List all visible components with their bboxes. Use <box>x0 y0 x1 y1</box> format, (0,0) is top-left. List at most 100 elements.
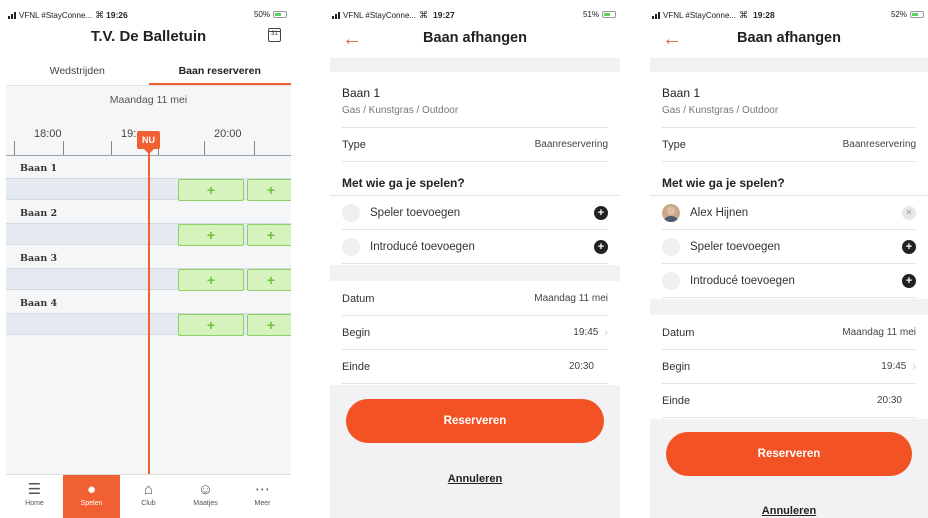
placeholder-avatar <box>662 237 680 256</box>
tennis-ball-icon: ● <box>86 481 97 498</box>
signal-icon <box>8 12 16 19</box>
calendar-icon[interactable]: 31 <box>268 28 281 42</box>
player-name: Alex Hijnen <box>690 206 749 219</box>
begin-row[interactable]: Begin 19:45 › <box>662 350 916 384</box>
carrier-name: VFNL #StayConne... <box>19 11 93 20</box>
placeholder-avatar <box>342 237 360 256</box>
date-row[interactable]: Datum Maandag 11 mei <box>662 316 916 350</box>
reserve-button[interactable]: Reserveren <box>346 399 604 443</box>
nav-play[interactable]: ● Spelen <box>63 475 120 518</box>
begin-value: 19:45 <box>573 327 599 338</box>
tab-book-court[interactable]: Baan reserveren <box>148 60 291 85</box>
battery-percent: 51% <box>582 10 599 19</box>
free-slot-button[interactable]: + <box>178 269 244 291</box>
carrier-name: VFNL #StayConne... <box>343 11 417 20</box>
status-bar: VFNL #StayConne... ⌘ 19:28 52% <box>650 0 928 22</box>
current-time-line <box>148 133 150 475</box>
time-label: 18:00 <box>34 128 62 140</box>
add-guest-label: Introducé toevoegen <box>690 274 795 287</box>
time-tick <box>14 141 15 155</box>
now-badge: NU <box>137 131 160 154</box>
nav-friends[interactable]: ☺ Maatjes <box>177 475 234 518</box>
nav-home[interactable]: ☰ Home <box>6 475 63 518</box>
cancel-link[interactable]: Annuleren <box>330 473 620 485</box>
status-time: 19:27 <box>433 10 455 20</box>
end-value: 20:30 <box>876 395 902 406</box>
reserve-button[interactable]: Reserveren <box>666 432 912 476</box>
wifi-icon: ⌘ <box>95 10 105 20</box>
date-value: Maandag 11 mei <box>534 293 608 304</box>
battery-icon <box>910 11 924 18</box>
time-tick <box>63 141 64 155</box>
cancel-link[interactable]: Annuleren <box>650 505 928 517</box>
type-value: Baanreservering <box>534 139 608 150</box>
status-bar: VFNL #StayConne... ⌘ 19:26 50% <box>6 0 291 22</box>
add-icon[interactable]: + <box>594 239 608 254</box>
type-row: Type Baanreservering <box>342 128 608 162</box>
free-slot-button[interactable]: + <box>178 179 244 201</box>
end-value: 20:30 <box>568 361 594 372</box>
nav-club[interactable]: ⌂ Club <box>120 475 177 518</box>
begin-label: Begin <box>342 326 371 339</box>
add-icon[interactable]: + <box>902 239 916 254</box>
avatar <box>662 203 680 222</box>
add-guest-row[interactable]: Introducé toevoegen + <box>662 264 916 298</box>
date-label: Datum <box>662 326 695 339</box>
player-row: Alex Hijnen ✕ <box>662 196 916 230</box>
court-schedule-screen: VFNL #StayConne... ⌘ 19:26 50% T.V. De Ba… <box>6 0 291 518</box>
time-tick <box>204 141 205 155</box>
nav-more[interactable]: ⋯ Meer <box>234 475 291 518</box>
begin-value: 19:45 <box>881 361 907 372</box>
page-title: Baan afhangen <box>737 30 841 46</box>
players-heading: Met wie ga je spelen? <box>662 176 785 190</box>
add-guest-label: Introducé toevoegen <box>370 240 475 253</box>
court-name: Baan 1 <box>342 86 381 100</box>
free-slot-button[interactable]: + <box>247 314 291 336</box>
end-row[interactable]: Einde 20:30 <box>342 350 608 384</box>
begin-label: Begin <box>662 360 691 373</box>
wifi-icon: ⌘ <box>419 10 429 20</box>
tab-matches[interactable]: Wedstrijden <box>6 60 149 85</box>
add-player-row[interactable]: Speler toevoegen + <box>662 230 916 264</box>
free-slot-button[interactable]: + <box>247 224 291 246</box>
add-icon[interactable]: + <box>902 273 916 288</box>
remove-player-icon[interactable]: ✕ <box>902 205 916 220</box>
add-icon[interactable]: + <box>594 205 608 220</box>
type-value: Baanreservering <box>842 139 916 150</box>
end-label: Einde <box>662 394 691 407</box>
date-row[interactable]: Datum Maandag 11 mei <box>342 282 608 316</box>
booking-screen-with-player: VFNL #StayConne... ⌘ 19:28 52% ← Baan afh… <box>650 0 928 518</box>
status-time: 19:28 <box>753 10 775 20</box>
type-row: Type Baanreservering <box>662 128 916 162</box>
schedule-date: Maandag 11 mei <box>109 94 188 106</box>
add-player-label: Speler toevoegen <box>690 240 781 253</box>
battery-icon <box>602 11 616 18</box>
type-label: Type <box>342 138 366 151</box>
time-tick <box>111 141 112 155</box>
time-label: 20:00 <box>214 128 242 140</box>
page-title: Baan afhangen <box>423 30 527 46</box>
signal-icon <box>652 12 660 19</box>
placeholder-avatar <box>342 203 360 222</box>
status-time: 19:26 <box>106 10 128 20</box>
end-row[interactable]: Einde 20:30 <box>662 384 916 418</box>
type-label: Type <box>662 138 686 151</box>
status-bar: VFNL #StayConne... ⌘ 19:27 51% <box>330 0 620 22</box>
clubhouse-icon: ⌂ <box>143 481 154 498</box>
divider <box>330 265 620 281</box>
more-dots-icon: ⋯ <box>255 481 270 498</box>
add-guest-row[interactable]: Introducé toevoegen + <box>342 230 608 264</box>
date-value: Maandag 11 mei <box>842 327 916 338</box>
wifi-icon: ⌘ <box>739 10 749 20</box>
free-slot-button[interactable]: + <box>178 314 244 336</box>
chevron-right-icon: › <box>912 360 916 373</box>
begin-row[interactable]: Begin 19:45 › <box>342 316 608 350</box>
add-player-row[interactable]: Speler toevoegen + <box>342 196 608 230</box>
time-label: 19: <box>121 128 137 140</box>
battery-icon <box>273 11 287 18</box>
free-slot-button[interactable]: + <box>247 269 291 291</box>
free-slot-button[interactable]: + <box>178 224 244 246</box>
players-heading: Met wie ga je spelen? <box>342 176 465 190</box>
free-slot-button[interactable]: + <box>247 179 291 201</box>
signal-icon <box>332 12 340 19</box>
